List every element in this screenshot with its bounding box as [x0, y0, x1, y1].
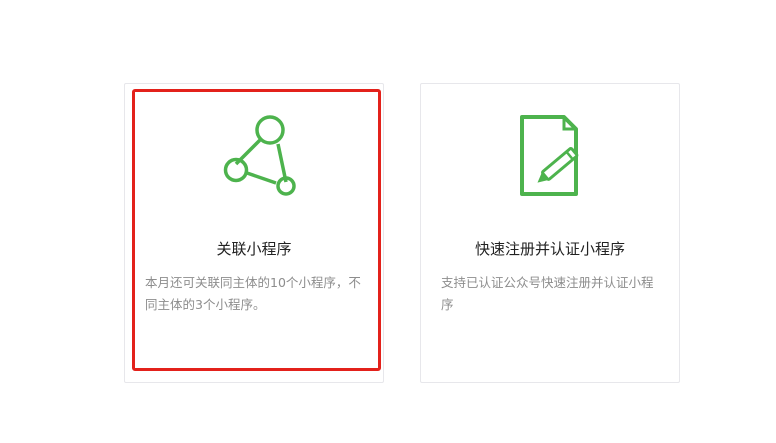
card-title: 快速注册并认证小程序 — [474, 240, 625, 258]
card-description: 本月还可关联同主体的10个小程序，不同主体的3个小程序。 — [145, 275, 361, 312]
quick-register-card[interactable]: 快速注册并认证小程序 支持已认证公众号快速注册并认证小程序 — [420, 83, 680, 383]
document-pen-icon — [421, 112, 679, 202]
card-description: 支持已认证公众号快速注册并认证小程序 — [441, 275, 654, 312]
network-nodes-icon — [125, 112, 383, 202]
card-title: 关联小程序 — [216, 240, 292, 258]
mini-program-options-page: 关联小程序 本月还可关联同主体的10个小程序，不同主体的3个小程序。 快速注册并… — [0, 0, 776, 443]
link-mini-program-card[interactable]: 关联小程序 本月还可关联同主体的10个小程序，不同主体的3个小程序。 — [124, 83, 384, 383]
